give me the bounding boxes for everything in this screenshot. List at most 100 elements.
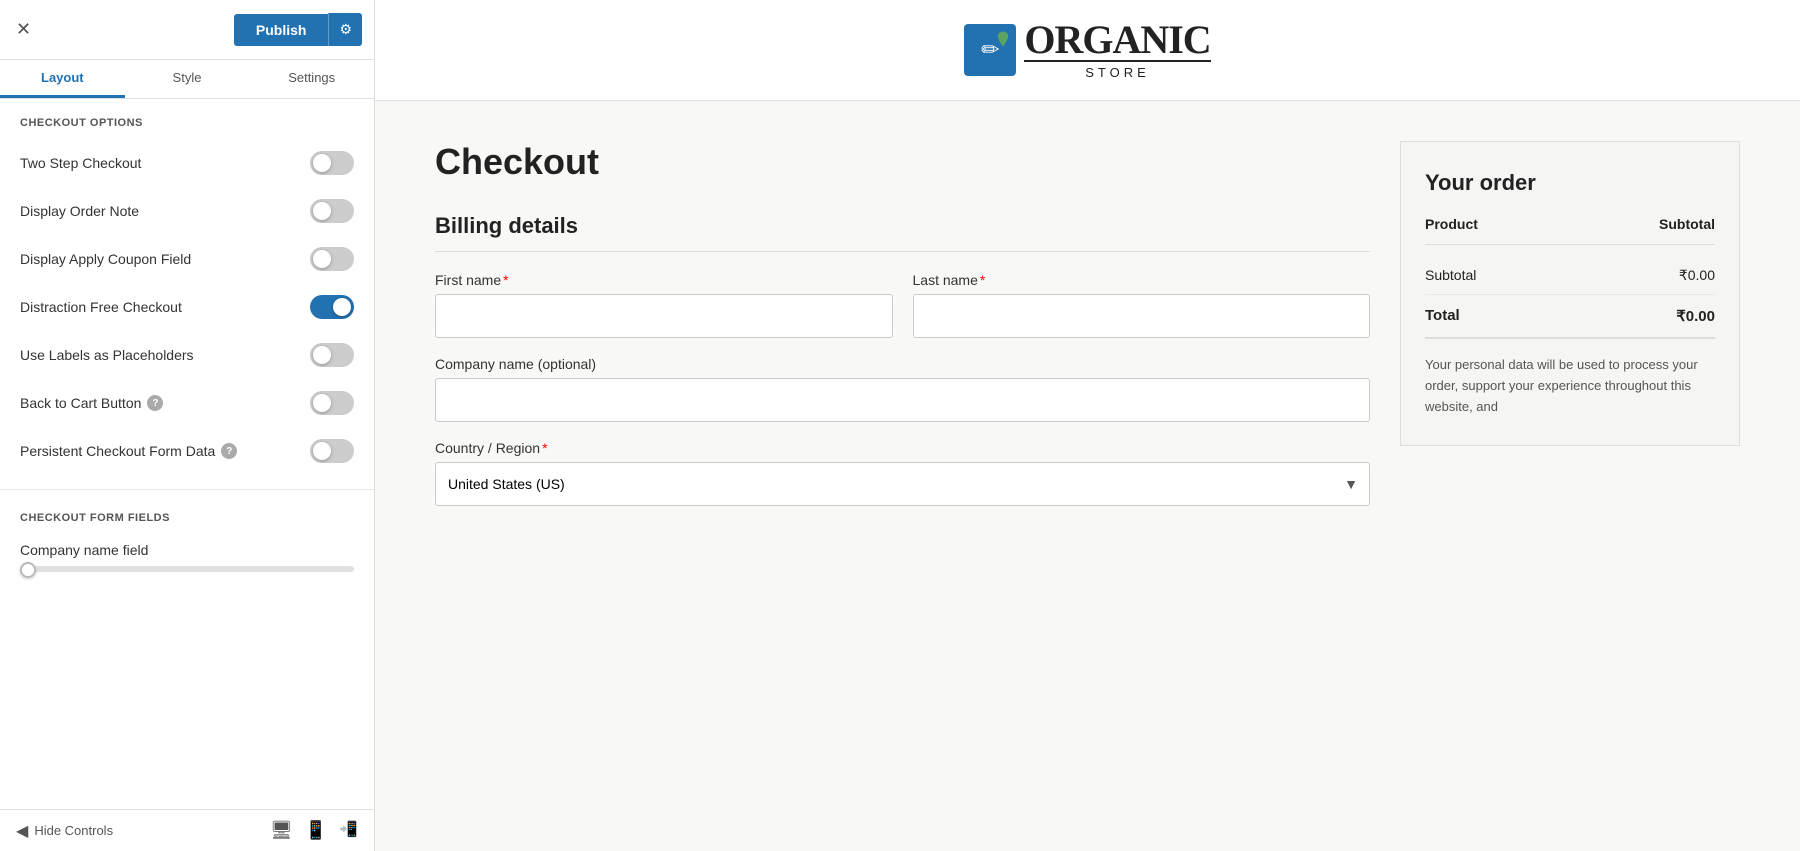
hide-controls-label: Hide Controls (34, 823, 113, 838)
logo-area: ✏ Organic STORE (964, 20, 1210, 80)
logo-name: Organic (1024, 20, 1210, 60)
preview-body: Checkout Billing details First name* Las… (375, 101, 1800, 564)
close-button[interactable]: ✕ (12, 15, 35, 44)
toggle-use-labels[interactable] (310, 343, 354, 367)
toggle-back-to-cart[interactable] (310, 391, 354, 415)
publish-gear-button[interactable]: ⚙ (328, 13, 362, 46)
country-group: Country / Region* United States (US) ▼ (435, 440, 1370, 506)
help-icon-back-to-cart[interactable]: ? (147, 395, 163, 411)
option-row-distraction-free: Distraction Free Checkout (0, 283, 374, 331)
company-group: Company name (optional) (435, 356, 1370, 422)
total-value: ₹0.00 (1676, 307, 1715, 325)
last-name-label: Last name* (913, 272, 1371, 288)
toggle-slider-use-labels (310, 343, 354, 367)
device-icons-group: 🖥 📱 📲 (270, 820, 358, 841)
mobile-icon[interactable]: 📲 (339, 820, 358, 841)
tab-bar: Layout Style Settings (0, 60, 374, 99)
desktop-icon[interactable]: 🖥 (270, 820, 293, 841)
toggle-slider-distraction-free (310, 295, 354, 319)
option-row-back-to-cart: Back to Cart Button ? (0, 379, 374, 427)
tab-layout[interactable]: Layout (0, 60, 125, 98)
toggle-slider-persistent-checkout (310, 439, 354, 463)
logo-text-block: Organic STORE (1024, 20, 1210, 80)
checkout-form-fields-section: CHECKOUT FORM FIELDS Company name field (0, 494, 374, 590)
toggle-slider-display-apply-coupon (310, 247, 354, 271)
company-row: Company name (optional) (435, 356, 1370, 422)
left-panel: ✕ Publish ⚙ Layout Style Settings CHECKO… (0, 0, 375, 851)
option-row-persistent-checkout: Persistent Checkout Form Data ? (0, 427, 374, 475)
option-row-display-order-note: Display Order Note (0, 187, 374, 235)
toggle-persistent-checkout[interactable] (310, 439, 354, 463)
company-name-field-label: Company name field (0, 534, 374, 562)
toggle-display-order-note[interactable] (310, 199, 354, 223)
hide-controls-arrow-icon: ◀ (16, 821, 28, 841)
subtotal-col-header: Subtotal (1659, 216, 1715, 232)
company-field-slider-track (20, 566, 354, 572)
checkout-form-fields-header: CHECKOUT FORM FIELDS (0, 494, 374, 534)
option-row-display-apply-coupon: Display Apply Coupon Field (0, 235, 374, 283)
publish-area: Publish ⚙ (234, 13, 362, 46)
order-summary-title: Your order (1425, 170, 1715, 196)
country-required: * (542, 440, 547, 456)
hide-controls-button[interactable]: ◀ Hide Controls (16, 821, 113, 841)
publish-button[interactable]: Publish (234, 14, 329, 46)
option-label-two-step: Two Step Checkout (20, 155, 141, 171)
logo-organic-text: Organic (1024, 17, 1210, 62)
bottom-bar: ◀ Hide Controls 🖥 📱 📲 (0, 809, 374, 851)
company-input[interactable] (435, 378, 1370, 422)
toggle-slider-back-to-cart (310, 391, 354, 415)
section-divider (0, 489, 374, 490)
option-label-back-to-cart: Back to Cart Button ? (20, 395, 163, 411)
subtotal-row: Subtotal ₹0.00 (1425, 257, 1715, 295)
toggle-display-apply-coupon[interactable] (310, 247, 354, 271)
total-label: Total (1425, 307, 1460, 325)
total-row: Total ₹0.00 (1425, 295, 1715, 339)
option-row-two-step: Two Step Checkout (0, 139, 374, 187)
company-field-slider-thumb[interactable] (20, 562, 36, 578)
logo-icon: ✏ (964, 24, 1016, 76)
option-label-display-order-note: Display Order Note (20, 203, 139, 219)
order-summary-header: Product Subtotal (1425, 216, 1715, 245)
logo-store-text: STORE (1024, 60, 1210, 80)
first-name-required: * (503, 272, 508, 288)
option-row-use-labels: Use Labels as Placeholders (0, 331, 374, 379)
tablet-icon[interactable]: 📱 (305, 820, 327, 841)
tab-style[interactable]: Style (125, 60, 250, 98)
first-name-label: First name* (435, 272, 893, 288)
checkout-form: Checkout Billing details First name* Las… (435, 141, 1370, 524)
company-label: Company name (optional) (435, 356, 1370, 372)
country-select[interactable]: United States (US) (435, 462, 1370, 506)
country-select-wrapper: United States (US) ▼ (435, 462, 1370, 506)
company-field-slider-row (0, 562, 374, 580)
option-label-distraction-free: Distraction Free Checkout (20, 299, 182, 315)
country-row: Country / Region* United States (US) ▼ (435, 440, 1370, 506)
subtotal-value: ₹0.00 (1679, 267, 1715, 284)
billing-details-title: Billing details (435, 213, 1370, 252)
toggle-two-step[interactable] (310, 151, 354, 175)
help-icon-persistent-checkout[interactable]: ? (221, 443, 237, 459)
preview-header: ✏ Organic STORE (375, 0, 1800, 101)
option-label-display-apply-coupon: Display Apply Coupon Field (20, 251, 191, 267)
last-name-required: * (980, 272, 985, 288)
country-label: Country / Region* (435, 440, 1370, 456)
first-name-input[interactable] (435, 294, 893, 338)
checkout-options-header: CHECKOUT OPTIONS (0, 99, 374, 139)
toggle-slider-two-step (310, 151, 354, 175)
last-name-group: Last name* (913, 272, 1371, 338)
checkout-page-title: Checkout (435, 141, 1370, 183)
tab-settings[interactable]: Settings (249, 60, 374, 98)
option-label-use-labels: Use Labels as Placeholders (20, 347, 194, 363)
name-row: First name* Last name* (435, 272, 1370, 338)
product-col-header: Product (1425, 216, 1478, 232)
first-name-group: First name* (435, 272, 893, 338)
privacy-text: Your personal data will be used to proce… (1425, 355, 1715, 417)
toggle-distraction-free[interactable] (310, 295, 354, 319)
panel-content: CHECKOUT OPTIONS Two Step Checkout Displ… (0, 99, 374, 809)
order-summary: Your order Product Subtotal Subtotal ₹0.… (1400, 141, 1740, 446)
top-bar: ✕ Publish ⚙ (0, 0, 374, 60)
subtotal-label: Subtotal (1425, 267, 1476, 284)
toggle-slider-display-order-note (310, 199, 354, 223)
right-panel: ✏ Organic STORE Checkout Billing details (375, 0, 1800, 851)
option-label-persistent-checkout: Persistent Checkout Form Data ? (20, 443, 237, 459)
last-name-input[interactable] (913, 294, 1371, 338)
